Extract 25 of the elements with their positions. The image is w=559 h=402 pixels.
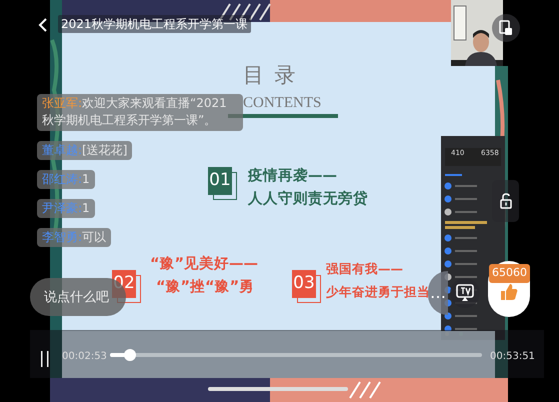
chat-message: 张亚军:欢迎大家来观看直播“2021秋学期机电工程系开学第一课”。 [37, 94, 243, 131]
slide-item-text: “豫”挫“豫”勇 [156, 278, 254, 297]
switch-screen-button[interactable] [492, 14, 520, 42]
screen-switch-icon [499, 20, 513, 36]
slide-item-text: 人人守则责无旁贷 [248, 190, 368, 209]
slide-item-text: 强国有我—— [326, 260, 403, 278]
chat-message: 邵红涛:1 [37, 170, 95, 190]
slide-item-text: 疫情再袭—— [248, 166, 337, 186]
chat-message: 董卓越:[送花花] [37, 141, 132, 160]
tv-icon [456, 284, 474, 302]
number-badge: 03 [292, 270, 316, 298]
slide-subtitle: CONTENTS [243, 94, 322, 113]
unlock-icon [500, 193, 512, 209]
slide-item-text: “豫”见美好—— [150, 254, 258, 274]
thumbs-up-icon [500, 283, 518, 301]
chat-message: 李智勇:可以 [37, 228, 112, 248]
slide-title: 目 录 [243, 62, 298, 89]
back-icon[interactable] [38, 17, 48, 33]
tab-indicator [445, 174, 462, 176]
chat-message: 尹泽豪:1 [37, 199, 95, 218]
number-badge: 01 [208, 167, 232, 195]
lock-button[interactable] [492, 180, 519, 222]
like-count: 65060 [489, 264, 530, 282]
elapsed-time: 00:02:53 [62, 350, 107, 364]
slide-item-text: 少年奋进勇于担当 [326, 283, 430, 301]
